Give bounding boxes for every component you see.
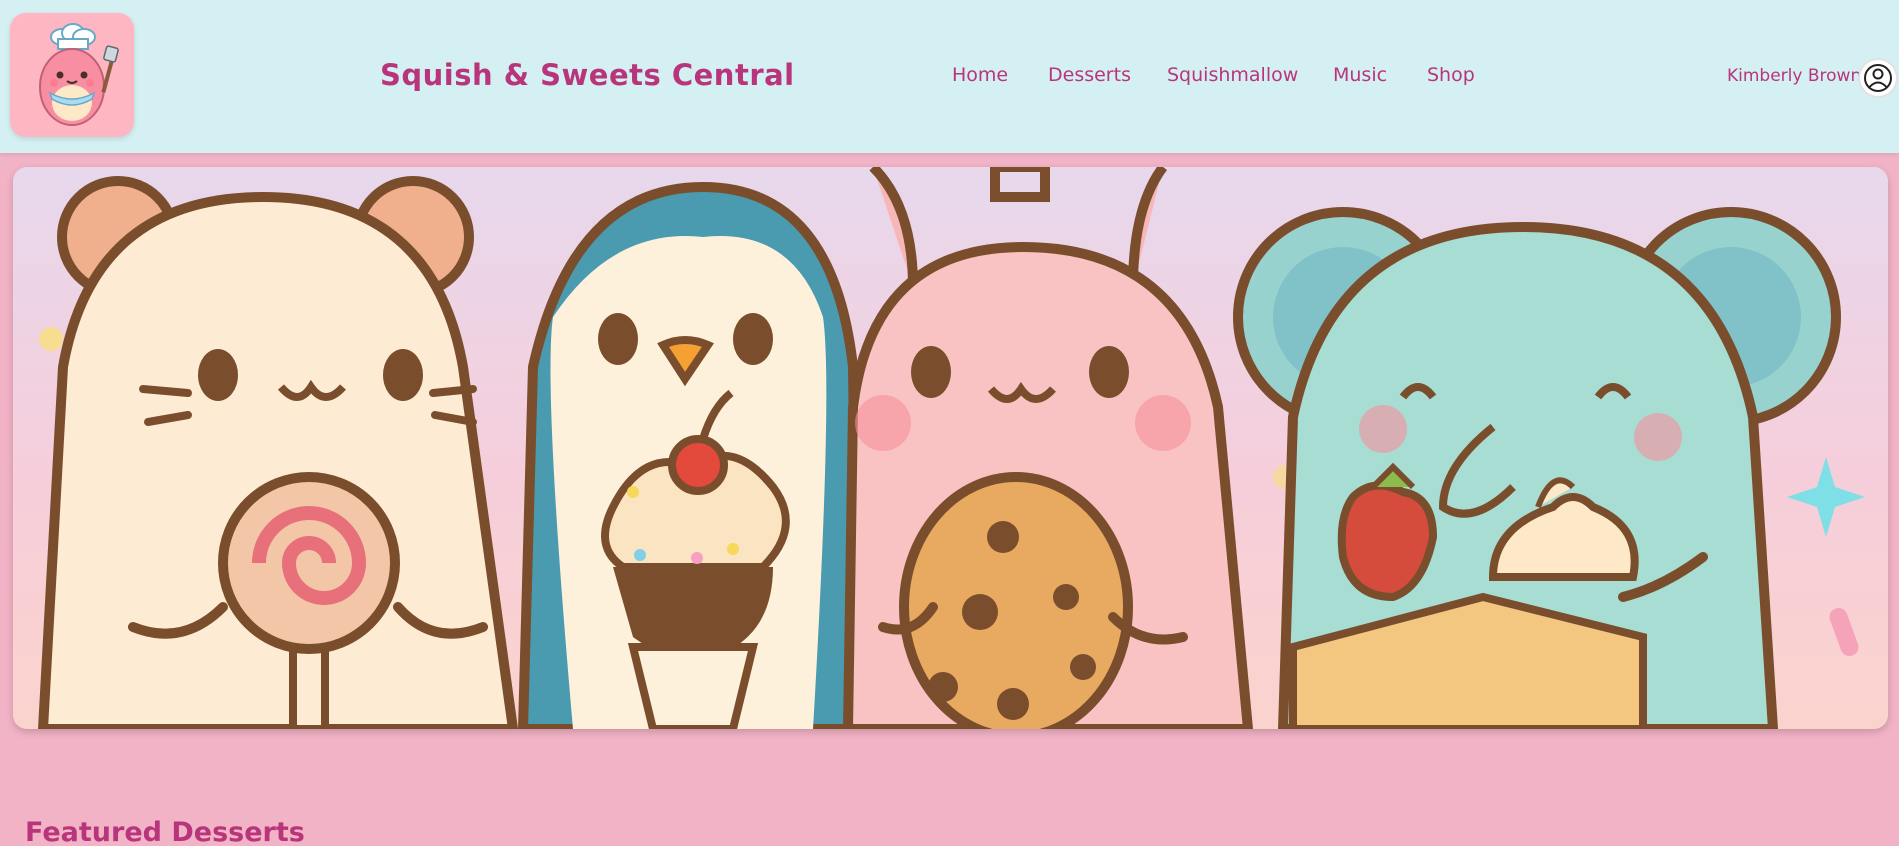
featured-desserts-heading: Featured Desserts — [25, 817, 305, 846]
nav-music[interactable]: Music — [1333, 64, 1387, 86]
site-header: Squish & Sweets Central Home Desserts Sq… — [0, 0, 1899, 153]
squishmallows-dessert-illustration — [37, 167, 1865, 729]
user-circle-icon[interactable] — [1860, 60, 1896, 96]
user-name[interactable]: Kimberly Brown — [1727, 66, 1861, 86]
nav-shop[interactable]: Shop — [1427, 64, 1475, 86]
nav-desserts[interactable]: Desserts — [1048, 64, 1131, 86]
nav-home[interactable]: Home — [952, 64, 1008, 86]
hero-banner — [13, 167, 1888, 729]
site-title: Squish & Sweets Central — [380, 58, 795, 92]
chef-squishmallow-logo-icon[interactable] — [10, 13, 134, 137]
nav-squishmallow[interactable]: Squishmallow — [1167, 64, 1298, 86]
